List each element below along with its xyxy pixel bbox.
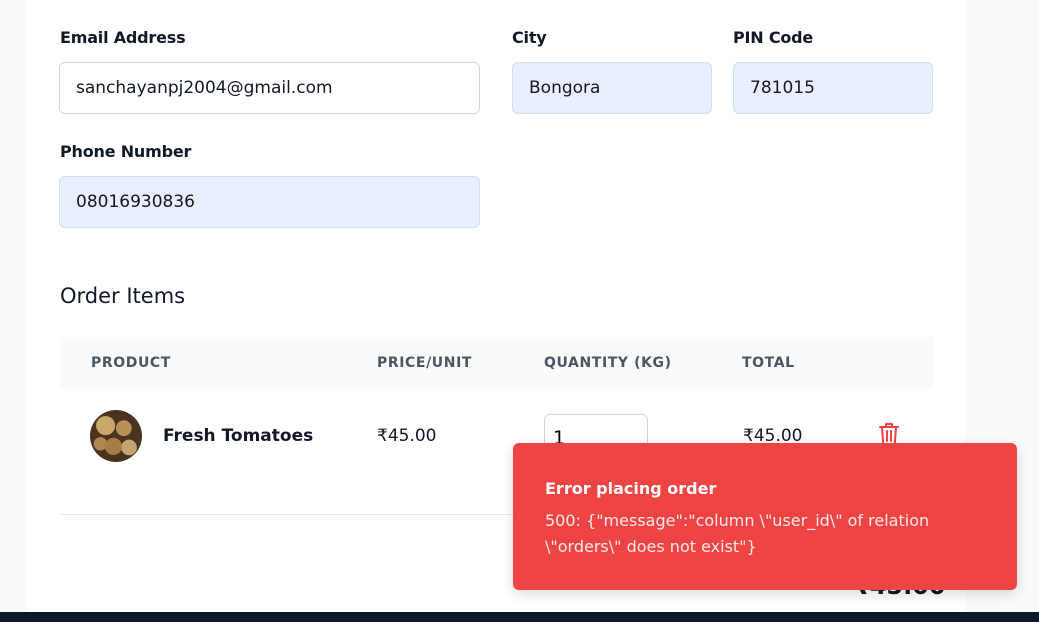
order-items-title: Order Items bbox=[60, 284, 186, 308]
error-toast[interactable]: Error placing order 500: {"message":"col… bbox=[513, 443, 1017, 590]
th-total: TOTAL bbox=[742, 355, 795, 371]
email-label: Email Address bbox=[60, 28, 186, 47]
th-product: PRODUCT bbox=[91, 355, 171, 371]
th-price: PRICE/UNIT bbox=[377, 355, 473, 371]
pin-field[interactable]: 781015 bbox=[733, 62, 933, 114]
toast-title: Error placing order bbox=[545, 479, 717, 498]
phone-field[interactable]: 08016930836 bbox=[59, 176, 480, 228]
pin-label: PIN Code bbox=[733, 28, 814, 47]
city-label: City bbox=[512, 28, 547, 47]
footer-bar bbox=[0, 612, 1039, 622]
product-name: Fresh Tomatoes bbox=[163, 426, 314, 446]
toast-message: 500: {"message":"column \"user_id\" of r… bbox=[545, 511, 930, 556]
phone-label: Phone Number bbox=[60, 142, 192, 161]
product-image bbox=[90, 410, 142, 462]
th-quantity: QUANTITY (KG) bbox=[544, 355, 672, 371]
table-header: PRODUCT PRICE/UNIT QUANTITY (KG) TOTAL bbox=[60, 337, 933, 389]
city-field[interactable]: Bongora bbox=[512, 62, 712, 114]
product-price: ₹45.00 bbox=[377, 426, 437, 446]
email-field[interactable]: sanchayanpj2004@gmail.com bbox=[59, 62, 480, 114]
